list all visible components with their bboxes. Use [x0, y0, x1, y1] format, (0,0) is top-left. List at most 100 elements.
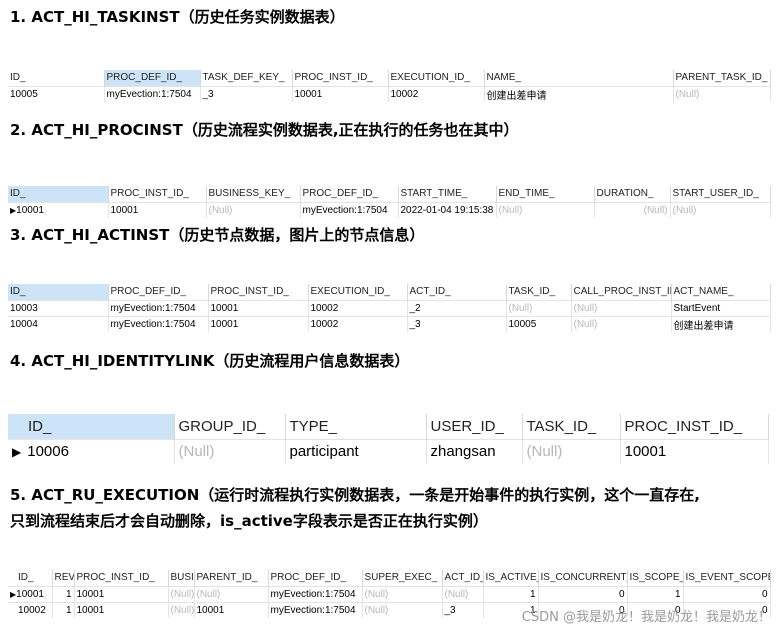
column-header[interactable]: ID_ [8, 414, 175, 439]
column-header[interactable]: PARENT_ID_ [194, 570, 269, 586]
table-cell[interactable]: (Null) [442, 585, 484, 602]
table-row[interactable]: 10004 myEvection:1:7504 10001 10002 _3 1… [8, 315, 771, 332]
column-header[interactable]: ACT_NAME_ [671, 284, 771, 300]
table-cell[interactable]: 1 [627, 585, 684, 602]
column-header[interactable]: ID_ [8, 570, 53, 586]
table-cell[interactable]: 1 [483, 585, 539, 602]
table-cell[interactable]: (Null) [194, 585, 269, 602]
column-header[interactable]: ACT_ID_ [407, 284, 507, 300]
column-header[interactable]: START_USER_ID_ [670, 186, 771, 202]
table-cell[interactable]: 10002 [308, 299, 408, 316]
table-cell[interactable]: (Null) [496, 201, 595, 218]
column-header[interactable]: PROC_INST_ID_ [292, 70, 389, 86]
column-header[interactable]: ACT_ID_ [442, 570, 484, 586]
table-row[interactable]: 10005 myEvection:1:7504 _3 10001 10002 创… [8, 85, 771, 102]
column-header[interactable]: IS_CONCURRENT_ [538, 570, 628, 586]
column-header[interactable]: CALL_PROC_INST_ID_ [571, 284, 672, 300]
table-cell[interactable]: 10001 [194, 601, 269, 618]
column-header[interactable]: IS_EVENT_SCOPE_ [683, 570, 771, 586]
table-cell[interactable]: myEvection:1:7504 [108, 299, 209, 316]
table-cell[interactable]: (Null) [168, 601, 195, 618]
column-header[interactable]: PROC_INST_ID_ [74, 570, 169, 586]
column-header[interactable]: BUSI [168, 570, 195, 586]
table-cell[interactable]: (Null) [362, 585, 443, 602]
column-header[interactable]: SUPER_EXEC_ [362, 570, 443, 586]
column-header[interactable]: PARENT_TASK_ID_ [673, 70, 771, 86]
column-header[interactable]: REV [52, 570, 75, 586]
column-header[interactable]: TASK_DEF_KEY_ [200, 70, 293, 86]
table-cell[interactable]: (Null) [506, 299, 572, 316]
table-cell[interactable]: ▶10001 [8, 585, 53, 602]
column-header[interactable]: USER_ID_ [426, 414, 523, 439]
table-cell[interactable]: 2022-01-04 19:15:38 [398, 201, 497, 218]
column-header[interactable]: PROC_DEF_ID_ [108, 284, 209, 300]
table-cell[interactable]: 10001 [620, 438, 769, 464]
table-cell[interactable]: _3 [200, 85, 293, 102]
column-header[interactable]: IS_SCOPE_ [627, 570, 684, 586]
table-cell[interactable]: 0 [538, 585, 628, 602]
table-cell[interactable]: 1 [52, 585, 75, 602]
column-header[interactable]: START_TIME_ [398, 186, 497, 202]
table-cell[interactable]: 10002 [388, 85, 485, 102]
table-cell[interactable]: 1 [52, 601, 75, 618]
table-cell[interactable]: 10004 [8, 315, 109, 332]
column-header[interactable]: PROC_DEF_ID_ [268, 570, 363, 586]
table-cell[interactable]: (Null) [594, 201, 671, 218]
table-cell[interactable]: myEvection:1:7504 [300, 201, 399, 218]
table-cell[interactable]: (Null) [522, 438, 621, 464]
table-cell[interactable]: _2 [407, 299, 507, 316]
column-header[interactable]: END_TIME_ [496, 186, 595, 202]
table-cell[interactable]: _3 [407, 315, 507, 332]
table-row[interactable]: ▶10001 1 10001 (Null) (Null) myEvection:… [8, 585, 771, 602]
table-row[interactable]: 10003 myEvection:1:7504 10001 10002 _2 (… [8, 299, 771, 316]
column-header[interactable]: TASK_ID_ [522, 414, 621, 439]
table-cell[interactable]: 10002 [308, 315, 408, 332]
column-header[interactable]: TASK_ID_ [506, 284, 572, 300]
column-header[interactable]: GROUP_ID_ [174, 414, 286, 439]
table-cell[interactable]: myEvection:1:7504 [108, 315, 209, 332]
table-cell[interactable]: 10001 [208, 315, 309, 332]
table-cell[interactable]: myEvection:1:7504 [104, 85, 201, 102]
column-header[interactable]: IS_ACTIVE_ [483, 570, 539, 586]
column-header[interactable]: ID_ [8, 186, 109, 202]
table-cell[interactable]: 10001 [292, 85, 389, 102]
column-header[interactable]: ID_ [8, 284, 109, 300]
table-cell[interactable]: (Null) [571, 315, 672, 332]
table-cell[interactable]: 10001 [74, 585, 169, 602]
table-cell[interactable]: 创建出差申请 [671, 315, 771, 332]
table-cell[interactable]: participant [285, 438, 427, 464]
table-cell[interactable]: (Null) [571, 299, 672, 316]
column-header[interactable]: PROC_DEF_ID_ [104, 70, 201, 86]
table-cell[interactable]: 10002 [8, 601, 53, 618]
table-cell[interactable]: myEvection:1:7504 [268, 585, 363, 602]
column-header[interactable]: DURATION_ [594, 186, 671, 202]
column-header[interactable]: PROC_INST_ID_ [620, 414, 769, 439]
column-header[interactable]: TYPE_ [285, 414, 427, 439]
table-cell[interactable]: ▶ 10006 [8, 438, 175, 464]
column-header[interactable]: NAME_ [484, 70, 674, 86]
column-header[interactable]: PROC_DEF_ID_ [300, 186, 399, 202]
table-cell[interactable]: 10003 [8, 299, 109, 316]
table-cell[interactable]: (Null) [206, 201, 301, 218]
column-header[interactable]: ID_ [8, 70, 105, 86]
table-cell[interactable]: 创建出差申请 [484, 85, 674, 102]
table-cell[interactable]: (Null) [168, 585, 195, 602]
column-header[interactable]: EXECUTION_ID_ [308, 284, 408, 300]
table-cell[interactable]: ▶10001 [8, 201, 109, 218]
column-header[interactable]: EXECUTION_ID_ [388, 70, 485, 86]
column-header[interactable]: PROC_INST_ID_ [108, 186, 207, 202]
table-cell[interactable]: 10001 [108, 201, 207, 218]
table-cell[interactable]: StartEvent [671, 299, 771, 316]
table-row[interactable]: ▶10001 10001 (Null) myEvection:1:7504 20… [8, 201, 771, 218]
column-header[interactable]: BUSINESS_KEY_ [206, 186, 301, 202]
table-cell[interactable]: 10005 [8, 85, 105, 102]
table-cell[interactable]: (Null) [673, 85, 771, 102]
column-header[interactable]: PROC_INST_ID_ [208, 284, 309, 300]
table-cell[interactable]: 10005 [506, 315, 572, 332]
table-cell[interactable]: 10001 [74, 601, 169, 618]
table-cell[interactable]: 10001 [208, 299, 309, 316]
table-cell[interactable]: (Null) [670, 201, 771, 218]
table-cell[interactable]: _3 [442, 601, 484, 618]
table-row[interactable]: ▶ 10006 (Null) participant zhangsan (Null… [8, 438, 769, 464]
table-cell[interactable]: myEvection:1:7504 [268, 601, 363, 618]
